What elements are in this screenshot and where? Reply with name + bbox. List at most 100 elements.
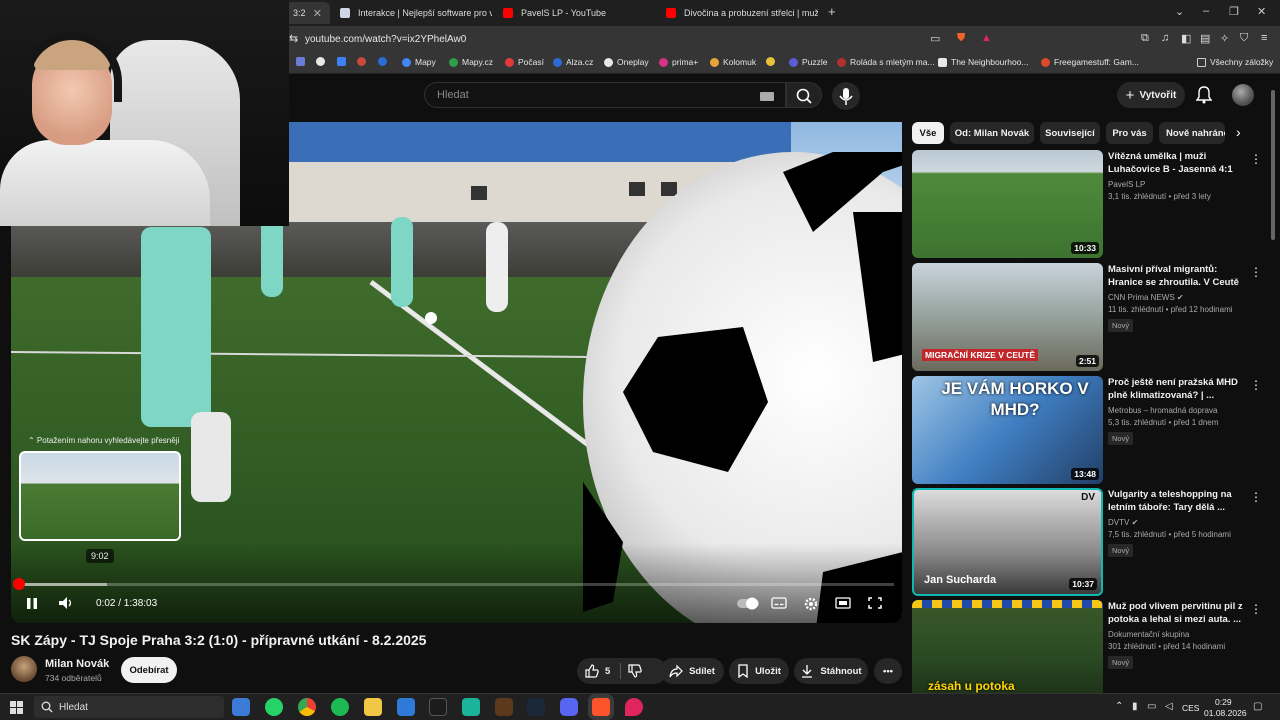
autoplay-toggle-icon[interactable] — [736, 596, 760, 610]
bookmark-rolada[interactable]: Roláda s mletým ma... — [837, 57, 935, 67]
recommendation-item[interactable]: DV Jan Sucharda 10:37 Vulgarity a telesh… — [912, 488, 1262, 596]
clock-time[interactable]: 0:29 — [1215, 697, 1232, 707]
volume-icon[interactable] — [57, 596, 73, 610]
tray-network-icon[interactable]: ▭ — [1147, 701, 1156, 712]
recommendation-title[interactable]: Muž pod vlivem pervitinu pil z potoka a … — [1108, 600, 1244, 626]
dislike-icon[interactable] — [628, 664, 642, 678]
recommendation-channel[interactable]: CNN Prima NEWS ✔ — [1108, 293, 1184, 302]
chip-all[interactable]: Vše — [912, 122, 944, 144]
recommendation-title[interactable]: Proč ještě není pražská MHD plně klimati… — [1108, 376, 1244, 402]
video-thumbnail[interactable]: 10:33 — [912, 150, 1103, 258]
recommendation-title[interactable]: Masivní příval migrantů: Hranice se zhro… — [1108, 263, 1244, 289]
account-avatar[interactable] — [1232, 84, 1254, 106]
progress-bar[interactable] — [19, 583, 894, 586]
keyboard-icon[interactable] — [760, 92, 774, 101]
bookmark-alza[interactable]: Alza.cz — [553, 57, 593, 67]
recommendation-title[interactable]: Vítězná umělka | muži Luhačovice B - Jas… — [1108, 150, 1244, 176]
bookmark-prima[interactable]: prima+ — [659, 57, 698, 67]
recommendation-item[interactable]: zásah u potoka Muž pod vlivem pervitinu … — [912, 600, 1262, 693]
more-vertical-icon[interactable]: ⋮ — [1250, 265, 1262, 279]
create-button[interactable]: + Vytvořit — [1117, 82, 1185, 108]
share-button[interactable]: Sdílet — [660, 658, 724, 684]
pause-icon[interactable] — [25, 596, 39, 610]
bookmark-pocasi[interactable]: Počasí — [505, 57, 544, 67]
save-button[interactable]: Uložit — [729, 658, 789, 684]
video-thumbnail[interactable]: MIGRAČNÍ KRIZE V CEUTĚ 2:51 — [912, 263, 1103, 371]
more-vertical-icon[interactable]: ⋮ — [1250, 602, 1262, 616]
chip-related[interactable]: Související — [1040, 122, 1100, 144]
chip-recently-uploaded[interactable]: Nově nahráno — [1159, 122, 1225, 144]
bookmark-icon-6[interactable] — [766, 57, 779, 66]
tab-interakce[interactable]: Interakce | Nejlepší software pro vyle — [332, 2, 492, 24]
app-teal-icon[interactable] — [462, 698, 480, 716]
recommendation-channel[interactable]: Dokumentační skupina — [1108, 630, 1189, 639]
brave-shield-icon[interactable]: ⛊ — [957, 32, 965, 45]
tray-volume-icon[interactable]: ◁ — [1165, 701, 1173, 712]
bell-icon[interactable] — [1196, 86, 1212, 104]
cast-icon[interactable]: ▭ — [930, 32, 940, 45]
bookmark-oneplay[interactable]: Oneplay — [604, 57, 649, 67]
bookmark-mapy[interactable]: Mapy — [402, 57, 436, 67]
recommendation-channel[interactable]: DVTV ✔ — [1108, 518, 1138, 527]
leo-icon[interactable]: ✧ — [1220, 32, 1229, 45]
notifications-icon[interactable]: ▢ — [1253, 701, 1262, 712]
close-icon[interactable]: ✕ — [307, 7, 322, 20]
bookmark-freegamestuff[interactable]: Freegamestuff: Gam... — [1041, 57, 1139, 67]
chevron-right-icon[interactable]: › — [1236, 124, 1241, 140]
bookmark-kolomuk[interactable]: Kolomuk — [710, 57, 756, 67]
extensions-icon[interactable]: ⧉ — [1141, 32, 1149, 45]
more-vertical-icon[interactable]: ⋮ — [1250, 152, 1262, 166]
chip-from-channel[interactable]: Od: Milan Novák — [950, 122, 1034, 144]
more-vertical-icon[interactable]: ⋮ — [1250, 490, 1262, 504]
voice-search-button[interactable] — [832, 82, 860, 110]
bookmark-icon-4[interactable] — [357, 57, 370, 66]
wallet-icon[interactable]: ▤ — [1200, 32, 1210, 45]
sidebar-icon[interactable]: ◧ — [1181, 32, 1191, 45]
progress-scrubber[interactable] — [13, 578, 25, 590]
bookmark-icon-1[interactable] — [296, 57, 309, 66]
channel-name[interactable]: Milan Novák — [45, 658, 109, 670]
bookmark-puzzle[interactable]: Puzzle — [789, 57, 828, 67]
like-count[interactable]: 5 — [605, 666, 610, 677]
chrome-icon[interactable] — [298, 698, 316, 716]
task-view-icon[interactable] — [232, 698, 250, 716]
new-tab-button[interactable]: + — [828, 4, 836, 19]
more-vertical-icon[interactable]: ⋮ — [1250, 378, 1262, 392]
search-button[interactable] — [786, 82, 822, 108]
steam-icon[interactable] — [527, 698, 545, 716]
taskbar-search[interactable]: Hledat — [34, 696, 224, 718]
vpn-icon[interactable]: ⛉ — [1240, 32, 1248, 45]
spotify-icon[interactable] — [331, 698, 349, 716]
keyboard-language[interactable]: CES — [1182, 703, 1199, 713]
all-bookmarks[interactable]: Všechny záložky — [1197, 57, 1273, 67]
search-input[interactable]: Hledat — [424, 82, 786, 108]
recommendation-item[interactable]: MIGRAČNÍ KRIZE V CEUTĚ 2:51 Masivní přív… — [912, 263, 1262, 371]
video-thumbnail[interactable]: zásah u potoka — [912, 600, 1103, 693]
chip-for-you[interactable]: Pro vás — [1106, 122, 1153, 144]
tray-chevron-icon[interactable]: ⌃ — [1115, 701, 1123, 712]
menu-icon[interactable]: ≡ — [1261, 32, 1267, 44]
theater-mode-icon[interactable] — [835, 596, 851, 610]
file-explorer-icon[interactable] — [364, 698, 382, 716]
recommendation-channel[interactable]: Metrobus – hromadná doprava — [1108, 406, 1217, 415]
bookmark-neighbourhood[interactable]: The Neighbourhoo... — [938, 57, 1029, 67]
page-scrollbar[interactable] — [1271, 90, 1275, 240]
url-field[interactable]: youtube.com/watch?v=ix2YPhelAw0 — [305, 34, 466, 45]
site-info-icon[interactable]: ⇆ — [289, 32, 298, 45]
video-thumbnail[interactable]: JE VÁM HORKO V MHD? 13:48 — [912, 376, 1103, 484]
recommendation-channel[interactable]: PavelS LP — [1108, 180, 1145, 189]
fullscreen-icon[interactable] — [867, 596, 883, 610]
brave-browser-icon[interactable] — [588, 694, 614, 720]
minimize-icon[interactable]: – — [1203, 5, 1209, 17]
bookmark-icon-3[interactable] — [337, 57, 350, 66]
windows-start-icon[interactable] — [10, 701, 23, 714]
tab-active[interactable]: 3:2 ✕ — [285, 2, 330, 24]
like-icon[interactable] — [585, 664, 599, 678]
app-m-icon[interactable] — [397, 698, 415, 716]
video-thumbnail[interactable]: DV Jan Sucharda 10:37 — [912, 488, 1103, 596]
restore-icon[interactable]: ❐ — [1229, 5, 1239, 18]
channel-avatar[interactable] — [11, 656, 37, 682]
recommendation-item[interactable]: JE VÁM HORKO V MHD? 13:48 Proč ještě nen… — [912, 376, 1262, 484]
tab-pavels[interactable]: PavelS LP - YouTube — [495, 2, 655, 24]
tab-divocina[interactable]: Divočina a probuzení střelci | muži La — [658, 2, 818, 24]
